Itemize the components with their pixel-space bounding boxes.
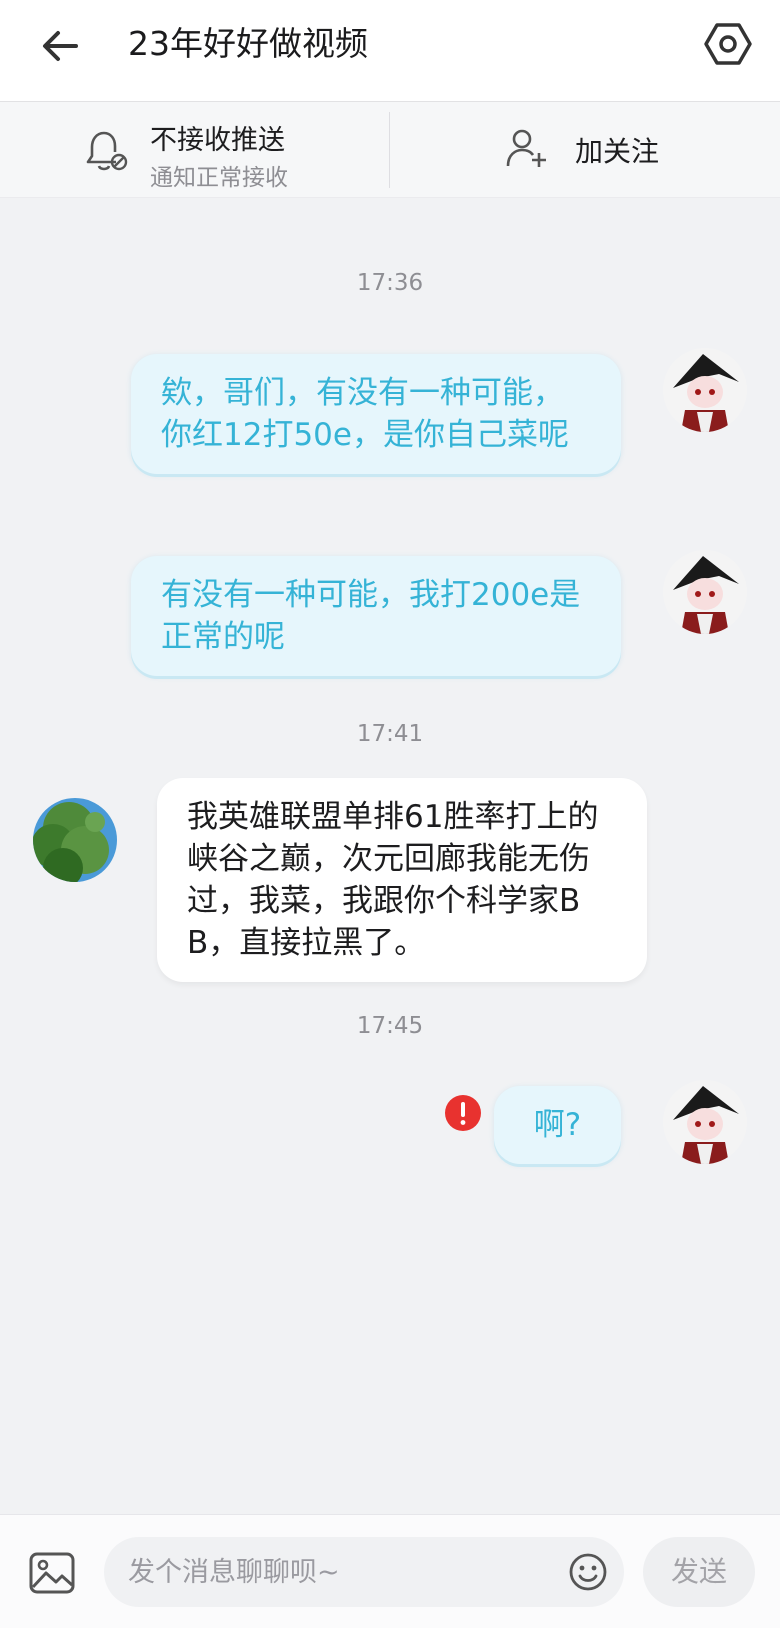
friend-avatar[interactable] [33, 798, 117, 882]
emoji-button[interactable] [568, 1552, 608, 1592]
bell-off-icon [86, 131, 128, 171]
my-avatar[interactable] [663, 550, 747, 634]
timestamp: 17:36 [356, 270, 424, 296]
image-icon [29, 1552, 75, 1594]
my-avatar[interactable] [663, 348, 747, 432]
hexagon-settings-icon [704, 23, 752, 65]
input-bar: 发送 [0, 1514, 780, 1628]
chat-area[interactable]: 17:36 欸，哥们，有没有一种可能，你红12打50e，是你自己菜呢 有没有一种… [0, 198, 780, 1514]
action-bar: 不接收推送 通知正常接收 加关注 [0, 102, 780, 198]
push-title: 不接收推送 [150, 125, 285, 156]
timestamp: 17:41 [356, 721, 424, 747]
timestamp: 17:45 [356, 1013, 424, 1039]
back-button[interactable] [36, 22, 84, 70]
image-button[interactable] [28, 1551, 76, 1595]
message-bubble-sent[interactable]: 有没有一种可能，我打200e是正常的呢 [131, 556, 621, 676]
push-subtitle: 通知正常接收 [150, 165, 288, 191]
send-failed-icon[interactable] [445, 1095, 481, 1131]
add-user-icon [506, 129, 546, 167]
action-divider [389, 112, 390, 188]
follow-label: 加关注 [575, 135, 660, 168]
message-bubble-sent[interactable]: 欸，哥们，有没有一种可能，你红12打50e，是你自己菜呢 [131, 354, 621, 474]
my-avatar[interactable] [663, 1080, 747, 1164]
smiley-icon [569, 1553, 607, 1591]
push-setting-button[interactable]: 不接收推送 通知正常接收 [80, 110, 380, 191]
follow-button[interactable]: 加关注 [505, 122, 705, 178]
message-bubble-sent[interactable]: 啊? [494, 1086, 621, 1164]
top-bar: 23年好好做视频 [0, 0, 780, 102]
send-button[interactable]: 发送 [643, 1537, 755, 1607]
settings-button[interactable] [702, 18, 754, 70]
arrow-left-icon [43, 31, 78, 61]
chat-title: 23年好好做视频 [128, 24, 368, 63]
message-input-container [104, 1537, 624, 1607]
message-input[interactable] [128, 1551, 528, 1593]
message-bubble-received[interactable]: 我英雄联盟单排61胜率打上的峡谷之巅，次元回廊我能无伤过，我菜，我跟你个科学家B… [157, 778, 647, 982]
